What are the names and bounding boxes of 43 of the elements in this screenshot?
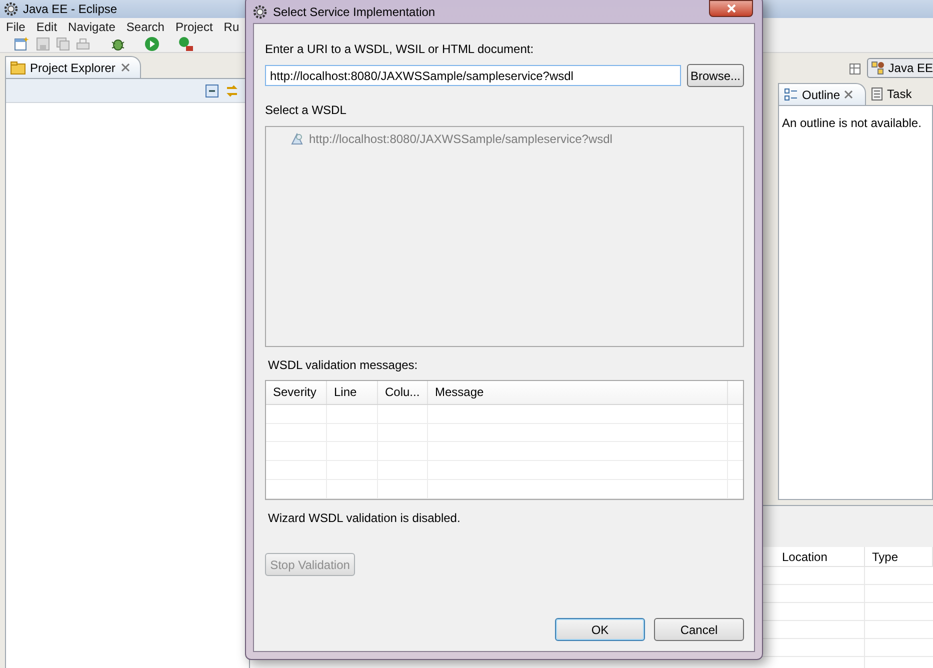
column-header[interactable]: Line: [327, 381, 378, 404]
dialog-icon: [253, 5, 267, 19]
column-header[interactable]: Severity: [266, 381, 327, 404]
column-header[interactable]: Location: [775, 547, 865, 566]
new-file-icon[interactable]: [14, 36, 30, 52]
task-list-icon: [871, 87, 884, 101]
section-label: WSDL validation messages:: [267, 357, 419, 374]
perspective-button[interactable]: Java EE: [867, 58, 933, 78]
menu-item[interactable]: Edit: [36, 18, 58, 36]
dialog-title: Select Service Implementation: [273, 4, 436, 21]
app-icon: [4, 2, 18, 16]
menu-item[interactable]: File: [6, 18, 26, 36]
close-icon: [726, 4, 736, 13]
menu-item[interactable]: Project: [175, 18, 213, 36]
outline-message: An outline is not available.: [782, 116, 922, 130]
run-icon[interactable]: [144, 36, 160, 52]
open-perspective-icon[interactable]: [849, 61, 864, 75]
folder-icon: [10, 60, 26, 74]
ok-button[interactable]: OK: [555, 618, 645, 641]
cancel-button[interactable]: Cancel: [654, 618, 744, 641]
uri-field[interactable]: http://localhost:8080/JAXWSSample/sampleservice?wsdl: [265, 65, 681, 86]
outline-icon: [784, 88, 798, 102]
view-tab[interactable]: Project Explorer: [5, 56, 142, 78]
perspective-icon: [871, 61, 886, 75]
tab-label: Project Explorer: [30, 60, 116, 76]
view-tab[interactable]: Outline: [778, 83, 866, 105]
column-header[interactable]: Colu...: [378, 381, 428, 404]
menu-item[interactable]: Search: [126, 18, 164, 36]
close-icon[interactable]: [844, 90, 854, 99]
browse-button[interactable]: Browse...: [687, 64, 744, 87]
link-icon[interactable]: [225, 84, 239, 98]
uri-label: Enter a URI to a WSDL, WSIL or HTML document:: [265, 41, 535, 58]
column-header[interactable]: Message: [428, 381, 728, 404]
column-header[interactable]: Type: [865, 547, 933, 566]
menu-item[interactable]: Ru: [224, 18, 240, 36]
close-button[interactable]: [709, 0, 753, 17]
view-tab[interactable]: Task: [866, 83, 917, 105]
window-title: Java EE - Eclipse: [23, 1, 118, 18]
section-label: Select a WSDL: [265, 102, 348, 119]
close-icon[interactable]: [121, 63, 130, 72]
validation-status: Wizard WSDL validation is disabled.: [267, 510, 462, 527]
menu-item[interactable]: Navigate: [68, 18, 116, 36]
collapse-icon[interactable]: [205, 84, 219, 98]
